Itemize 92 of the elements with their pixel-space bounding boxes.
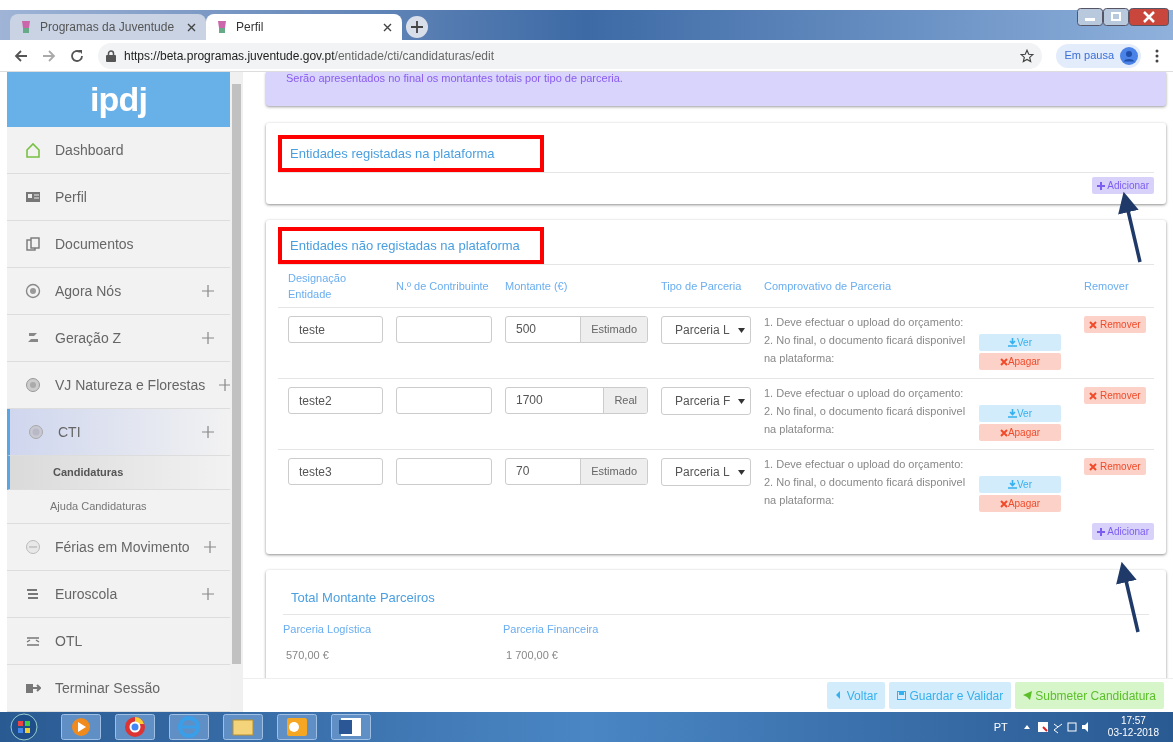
instructions-text: 1. Deve efectuar o upload do orçamento: 2. No final, o documento ficará disponivel na plataforma: [764,386,967,437]
total-value: 1 700,00 € [505,648,559,663]
total-value: 570,00 € [285,648,330,663]
reload-button[interactable] [70,48,84,63]
download-icon [1008,409,1017,418]
x-icon [1089,320,1097,329]
sidebar-item-icon [25,236,41,252]
x-icon [999,499,1008,508]
sidebar-item-icon [25,283,41,299]
amount-type-label: Estimado [580,317,647,342]
back-button[interactable] [14,48,28,63]
close-tab-button[interactable] [383,22,392,32]
download-icon [1008,480,1017,489]
partnership-type-dropdown[interactable]: Parceria L [661,458,751,486]
amount-field[interactable]: 500 Estimado [505,316,648,343]
tab-title: Programas da Juventude [40,19,176,36]
add-button[interactable]: Adicionar [1092,523,1154,540]
close-tab-button[interactable] [187,22,196,32]
plus-icon [1097,181,1106,190]
menu-icon[interactable] [1155,48,1159,63]
section-title: Entidades registadas na plataforma [290,144,495,163]
delete-file-button[interactable]: Apagar [979,495,1061,512]
remove-button[interactable]: Remover [1084,387,1146,404]
bookmark-star-icon[interactable] [1020,48,1035,63]
instructions-text: 1. Deve efectuar o upload do orçamento: 2. No final, o documento ficará disponivel na plataforma: [764,315,967,366]
delete-file-button[interactable]: Apagar [979,353,1061,370]
x-icon [999,428,1008,437]
delete-file-button[interactable]: Apagar [979,424,1061,441]
notice-banner: Serão apresentados no final os montantes totais por tipo de parceria. [266,72,1166,106]
sidebar-item[interactable]: Férias em Movimento [7,524,230,571]
url-text: https://beta.programas.juventude.gov.pt/entidade/cti/candidaturas/edit [124,47,496,65]
browser-tab[interactable]: Perfil [206,14,402,40]
sidebar-item-icon [25,539,41,555]
column-header: Comprovativo de Parceria [764,279,893,294]
tax-number-field[interactable] [396,458,492,485]
start-button[interactable] [10,713,38,741]
restore-button[interactable] [1103,8,1129,26]
clock[interactable]: 17:57 03-12-2018 [1107,715,1159,739]
lock-icon [106,49,116,62]
amount-type-label: Estimado [580,459,647,484]
language-indicator[interactable]: PT [993,718,1008,736]
sidebar-item-icon [28,424,44,440]
partnership-type-dropdown[interactable]: Parceria L [661,316,751,344]
address-bar[interactable]: https://beta.programas.juventude.gov.pt/entidade/cti/candidaturas/edit [98,42,1043,69]
name-field[interactable]: teste2 [288,387,383,414]
x-icon [1089,391,1097,400]
scrollbar[interactable] [230,72,243,712]
close-button[interactable] [1129,8,1169,26]
section-title: Total Montante Parceiros [291,589,436,607]
tab-title: Perfil [236,19,265,36]
remove-button[interactable]: Remover [1084,316,1146,333]
column-header: N.º de Contribuinte [396,279,490,294]
column-header: Montante (€) [505,279,569,294]
x-icon [999,357,1008,366]
remove-button[interactable]: Remover [1084,458,1146,475]
dropdown-caret-icon [738,469,745,475]
sidebar-item[interactable]: CTI [7,409,230,456]
name-field[interactable]: teste3 [288,458,383,485]
total-label: Parceria Logística [283,621,373,637]
browser-tab[interactable]: Programas da Juventude [10,14,206,40]
amount-field[interactable]: 70 Estimado [505,458,648,485]
section-title: Entidades não registadas na plataforma [290,236,520,255]
sidebar-item-icon [25,377,41,393]
amount-type-label: Real [603,388,647,413]
tax-number-field[interactable] [396,387,492,414]
dropdown-caret-icon [738,327,745,333]
tax-number-field[interactable] [396,316,492,343]
column-header: Designação Entidade [288,271,348,302]
favicon-icon [216,20,228,34]
avatar-icon [1120,46,1138,65]
x-icon [1089,462,1097,471]
amount-field[interactable]: 1700 Real [505,387,648,414]
new-tab-button[interactable] [406,16,428,38]
column-header: Tipo de Parceria [661,279,743,294]
total-label: Parceria Financeira [503,621,600,637]
partnership-type-dropdown[interactable]: Parceria F [661,387,751,415]
minimize-button[interactable] [1077,8,1103,26]
column-header: Remover [1084,279,1130,294]
favicon-icon [20,20,32,34]
add-button[interactable]: Adicionar [1092,177,1154,194]
instructions-text: 1. Deve efectuar o upload do orçamento: 2. No final, o documento ficará disponivel na plataforma: [764,457,967,508]
plus-icon [1097,527,1106,536]
logo: ipdj [7,72,230,127]
sidebar-item-icon [25,142,41,158]
sidebar-item-icon [25,586,41,602]
profile-button[interactable]: Em pausa [1056,43,1141,68]
dropdown-caret-icon [738,398,745,404]
sidebar-item-icon [25,189,41,205]
download-icon [1008,338,1017,347]
sidebar-subitem[interactable]: Candidaturas [7,456,230,490]
name-field[interactable]: teste [288,316,383,343]
paper-plane-icon [1023,691,1033,700]
